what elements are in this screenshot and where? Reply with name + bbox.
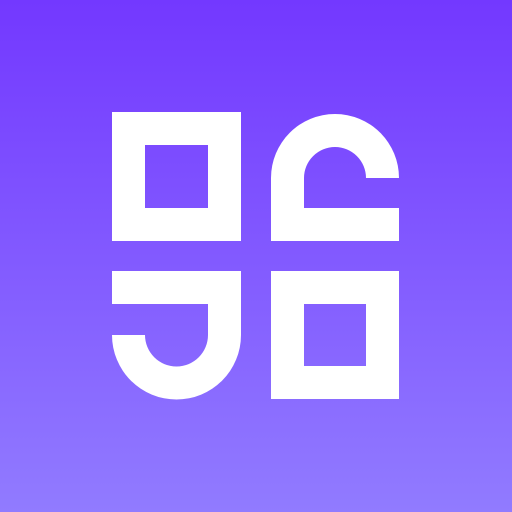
background-gradient <box>0 0 512 512</box>
app-icon-canvas <box>0 0 512 512</box>
app-logo-icon <box>0 0 512 512</box>
